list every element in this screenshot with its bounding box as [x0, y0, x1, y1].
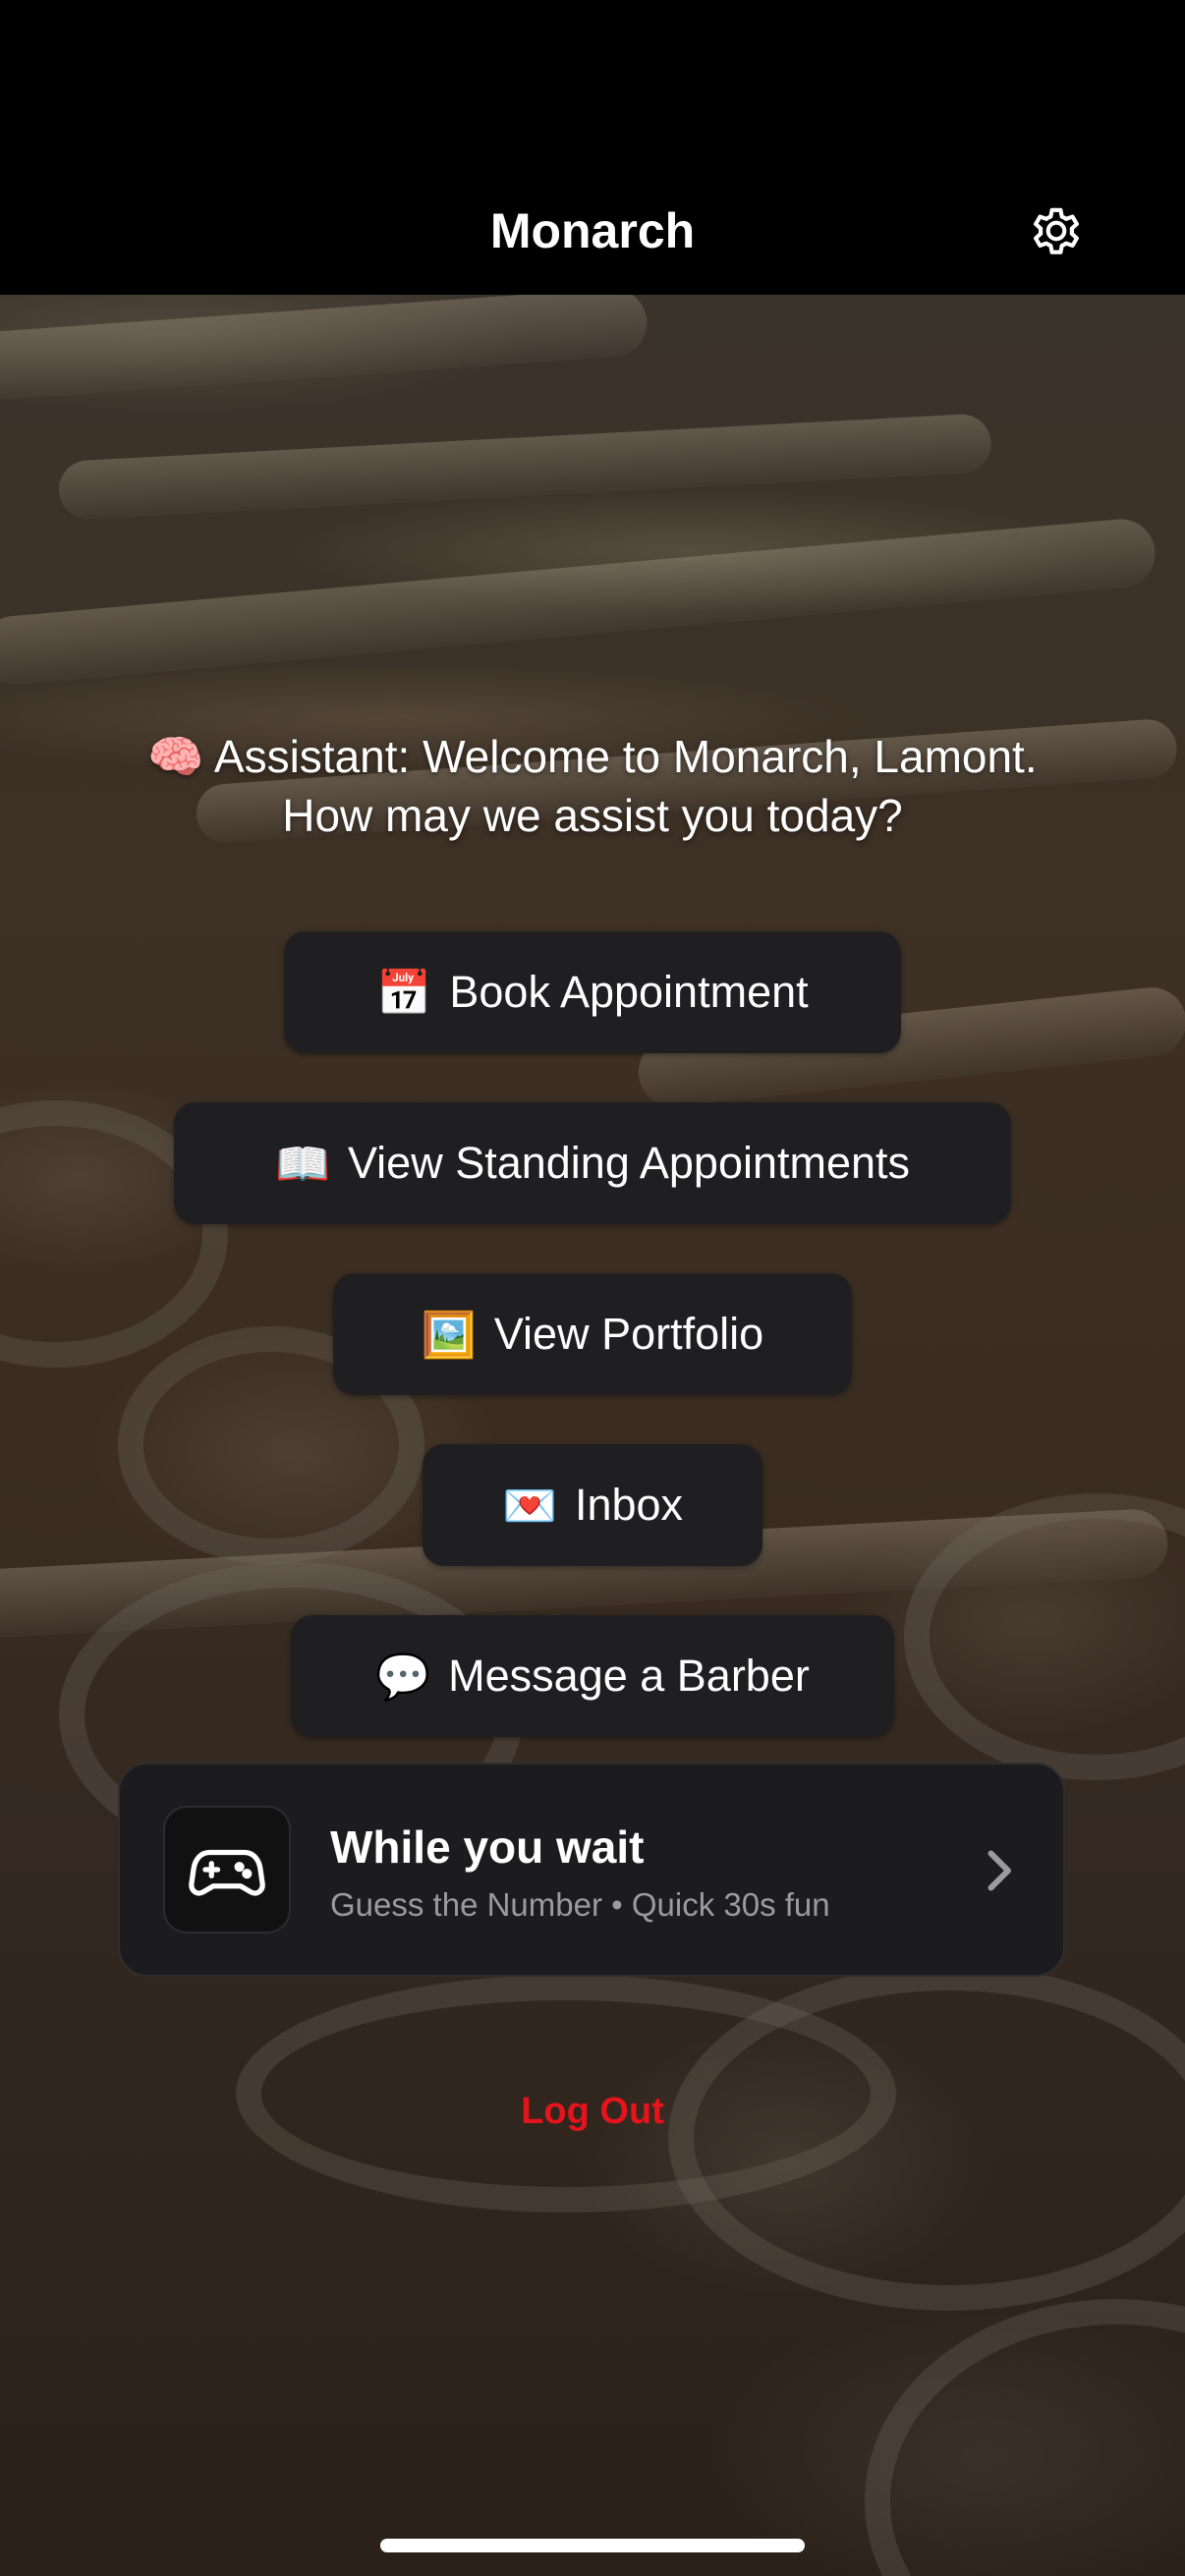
gear-icon — [1034, 207, 1079, 254]
chevron-right-icon — [988, 1850, 1011, 1891]
brain-emoji: 🧠 — [147, 731, 204, 782]
while-you-wait-title: While you wait — [330, 1821, 645, 1873]
home-indicator[interactable] — [380, 2539, 805, 2552]
love-letter-icon: 💌 — [501, 1480, 557, 1531]
view-standing-appointments-button[interactable]: 📖 View Standing Appointments — [174, 1102, 1011, 1224]
background-photo — [0, 286, 1185, 2576]
app-screen: Monarch 🧠 Assistant: Welcome to Monarch,… — [0, 0, 1185, 2576]
scissor-blade-decoration — [0, 516, 1158, 688]
assistant-message-text: Assistant: Welcome to Monarch, Lamont. H… — [213, 731, 1038, 841]
logout-button[interactable]: Log Out — [521, 2091, 664, 2132]
book-appointment-button[interactable]: 📅 Book Appointment — [284, 931, 901, 1053]
picture-icon: 🖼️ — [421, 1309, 477, 1360]
scissor-blade-decoration — [0, 286, 649, 403]
book-icon: 📖 — [274, 1138, 330, 1189]
app-title: Monarch — [489, 203, 696, 258]
button-label: View Portfolio — [493, 1309, 764, 1359]
assistant-message: 🧠 Assistant: Welcome to Monarch, Lamont.… — [98, 727, 1087, 845]
gamepad-icon — [189, 1849, 265, 1896]
nav-bar: Monarch — [0, 0, 1185, 295]
while-you-wait-card[interactable]: While you wait Guess the Number • Quick … — [118, 1763, 1065, 1977]
settings-button[interactable] — [1024, 198, 1089, 263]
button-label: View Standing Appointments — [347, 1138, 911, 1188]
calendar-icon: 📅 — [376, 967, 432, 1018]
while-you-wait-subtitle: Guess the Number • Quick 30s fun — [330, 1886, 830, 1923]
scissor-blade-decoration — [57, 413, 993, 521]
button-label: Inbox — [574, 1480, 684, 1530]
speech-bubble-icon: 💬 — [375, 1651, 431, 1702]
game-icon-container — [163, 1806, 291, 1933]
scissor-ring-decoration — [865, 2299, 1185, 2576]
inbox-button[interactable]: 💌 Inbox — [423, 1444, 762, 1566]
message-a-barber-button[interactable]: 💬 Message a Barber — [291, 1615, 894, 1737]
button-label: Book Appointment — [449, 967, 809, 1017]
button-label: Message a Barber — [448, 1651, 810, 1701]
view-portfolio-button[interactable]: 🖼️ View Portfolio — [333, 1273, 852, 1395]
logout-area: Log Out — [0, 2091, 1185, 2133]
